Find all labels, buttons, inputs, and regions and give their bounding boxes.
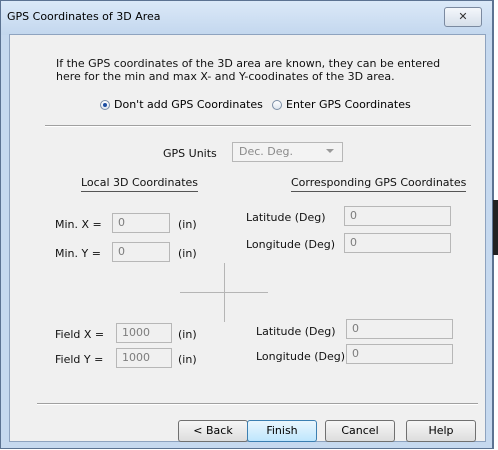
field-longitude-label: Longitude (Deg) <box>256 350 346 363</box>
min-y-unit: (in) <box>178 247 197 260</box>
gps-units-label: GPS Units <box>163 147 217 160</box>
local-coordinates-header: Local 3D Coordinates <box>81 176 199 192</box>
field-x-unit: (in) <box>178 328 197 341</box>
gps-units-value: Dec. Deg. <box>239 145 293 158</box>
background-scrollbar <box>493 200 498 255</box>
field-latitude-label: Latitude (Deg) <box>256 325 336 338</box>
min-x-unit: (in) <box>178 218 197 231</box>
footer-divider <box>37 403 478 405</box>
min-longitude-input[interactable]: 0 <box>344 233 451 253</box>
radio-enter-gps[interactable]: Enter GPS Coordinates <box>272 98 411 111</box>
radio-dont-add-label: Don't add GPS Coordinates <box>114 98 263 111</box>
radio-enter-label: Enter GPS Coordinates <box>286 98 411 111</box>
back-button[interactable]: < Back <box>178 420 248 442</box>
field-y-input[interactable]: 1000 <box>116 348 172 368</box>
dialog-body: If the GPS coordinates of the 3D area ar… <box>9 34 486 442</box>
cancel-button[interactable]: Cancel <box>325 420 395 442</box>
radio-selected-icon <box>100 99 110 110</box>
finish-button[interactable]: Finish <box>247 420 317 442</box>
min-latitude-label: Latitude (Deg) <box>246 211 326 224</box>
min-longitude-label: Longitude (Deg) <box>246 238 336 251</box>
radio-unselected-icon <box>272 99 282 110</box>
close-button[interactable]: ✕ <box>444 7 482 27</box>
radio-dont-add-gps[interactable]: Don't add GPS Coordinates <box>100 98 263 111</box>
field-y-label: Field Y = <box>55 353 104 366</box>
min-x-label: Min. X = <box>55 218 102 231</box>
min-latitude-input[interactable]: 0 <box>344 206 451 226</box>
min-y-input[interactable]: 0 <box>112 242 170 262</box>
field-y-unit: (in) <box>178 353 197 366</box>
field-longitude-input[interactable]: 0 <box>346 344 453 364</box>
intro-text: If the GPS coordinates of the 3D area ar… <box>56 57 441 83</box>
help-button[interactable]: Help <box>406 420 476 442</box>
field-latitude-input[interactable]: 0 <box>346 319 453 339</box>
gps-units-select[interactable]: Dec. Deg. <box>232 142 343 162</box>
crosshair-vertical <box>224 263 225 322</box>
min-x-input[interactable]: 0 <box>112 213 170 233</box>
chevron-down-icon <box>326 149 334 153</box>
field-x-input[interactable]: 1000 <box>116 323 172 343</box>
field-x-label: Field X = <box>55 328 105 341</box>
window-title: GPS Coordinates of 3D Area <box>7 10 161 23</box>
min-y-label: Min. Y = <box>55 247 101 260</box>
dialog-window: GPS Coordinates of 3D Area ✕ If the GPS … <box>0 0 494 449</box>
gps-coordinates-header: Corresponding GPS Coordinates <box>291 176 467 192</box>
section-divider <box>45 125 471 127</box>
